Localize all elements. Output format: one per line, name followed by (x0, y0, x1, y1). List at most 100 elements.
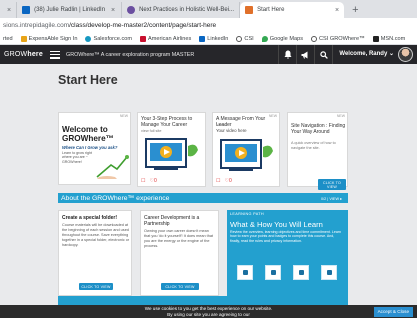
tab-start-here[interactable]: Start Here × (240, 2, 345, 18)
bookmark-started[interactable]: rted (3, 36, 13, 42)
tab-label: Start Here (257, 7, 285, 13)
site-navigation-tile[interactable]: NEW Site Navigation : Finding Your Way A… (287, 112, 348, 190)
address-bar[interactable]: sions.intrepidagile.com/class/develop-me… (0, 18, 417, 33)
search-icon[interactable] (314, 45, 332, 64)
tile-stats: ☐ ♡0 (141, 178, 157, 184)
new-badge: NEW (336, 114, 345, 118)
hand-illustration (95, 151, 129, 179)
bookmark-csi-growhere[interactable]: CSI GROWhere™ (311, 35, 365, 42)
like-count: 0 (153, 178, 157, 184)
bookmark-label: Google Maps (269, 35, 304, 42)
tab-holistic-wellbeing[interactable]: Next Practices in Holistic Well-Bei... × (122, 2, 241, 18)
linkedin-icon (199, 35, 206, 42)
section-progress[interactable]: 0/2 | VIEW ▸ (321, 196, 348, 201)
click-to-view-button[interactable]: CLICK TO VIEW (161, 283, 199, 290)
megaphone-icon[interactable] (296, 45, 314, 64)
bookmark-label: ExpensAble Sign In (28, 35, 78, 42)
tile-title: Create a special folder! (62, 215, 118, 221)
career-process-tile[interactable]: Your 3-Step Process to Manage Your Caree… (137, 112, 206, 187)
airline-icon (140, 35, 147, 42)
bookmark-label: CSI GROWhere™ (319, 35, 365, 42)
map-pin-icon (261, 35, 268, 42)
linkedin-icon (22, 6, 31, 14)
lesson-icon[interactable] (265, 265, 281, 280)
tab-previous-close[interactable]: × (0, 2, 18, 18)
lesson-icon[interactable] (237, 265, 253, 280)
close-icon[interactable]: × (111, 7, 115, 14)
heart-icon[interactable]: ♡0 (149, 178, 156, 184)
brand-logo[interactable]: GROWhere (0, 51, 50, 58)
accept-cookies-button[interactable]: Accept & Close (373, 307, 413, 317)
leader-message-tile[interactable]: NEW A Message From Your Leader Video You… (212, 112, 280, 187)
partnership-tile[interactable]: Career Development is a Partnership Owni… (140, 210, 219, 296)
bookmark-expensable[interactable]: ExpensAble Sign In (20, 35, 78, 42)
bookmark-label: MSN.com (380, 35, 406, 42)
tab-linkedin[interactable]: (38) Julie Radlin | LinkedIn × (17, 2, 123, 18)
browser-tab-strip: × (38) Julie Radlin | LinkedIn × Next Pr… (0, 0, 417, 18)
tile-sub: Video (216, 123, 226, 127)
special-folder-tile[interactable]: Create a special folder! Course material… (58, 210, 132, 296)
bookmarks-bar: rted ExpensAble Sign In Salesforce.com A… (0, 33, 417, 45)
page-title: Start Here (58, 73, 118, 87)
bookmark-label: rted (3, 35, 13, 42)
click-to-view-button[interactable]: CLICK TO VIEW (79, 283, 113, 290)
learning-path-description: Review the overview, learning objectives… (230, 230, 342, 243)
url-path: /class/develop-me-master2/content/page/s… (69, 22, 217, 29)
like-count: 0 (228, 178, 232, 184)
bookmark-linkedin[interactable]: LinkedIn (199, 35, 229, 42)
new-tab-button[interactable]: + (344, 2, 366, 18)
tab-label: Next Practices in Holistic Well-Bei... (139, 7, 235, 13)
welcome-title: Welcome to GROWhere™ (62, 125, 114, 144)
bookmark-msn[interactable]: MSN.com (372, 35, 406, 42)
bookmark-icon[interactable]: ☐ (141, 178, 145, 184)
program-label: GROWhere™ A career exploration program M… (66, 51, 195, 58)
bookmark-label: LinkedIn (207, 35, 229, 42)
globe-icon (311, 35, 318, 42)
avatar[interactable] (398, 47, 413, 62)
brand-prefix: GROW (4, 51, 28, 58)
new-badge: NEW (119, 114, 128, 118)
welcome-sub: Where Can I Grow you ask? (62, 145, 118, 150)
cookie-banner: We use cookies to you get the best exper… (0, 305, 417, 318)
lesson-icon[interactable] (321, 265, 337, 280)
learning-path-tile[interactable]: LEARNING PATH What & How You Will Learn … (227, 210, 348, 296)
learning-path-heading: What & How You Will Learn (230, 220, 323, 229)
brand-suffix: here (27, 51, 43, 58)
bookmark-american-airlines[interactable]: American Airlines (140, 35, 192, 42)
bookmark-salesforce[interactable]: Salesforce.com (85, 35, 133, 42)
url-host: sions.intrepidagile.com (3, 22, 70, 29)
video-thumbnail[interactable] (219, 137, 275, 173)
notification-icon[interactable] (278, 45, 296, 64)
bookmark-google-maps[interactable]: Google Maps (261, 35, 304, 42)
close-icon[interactable]: × (7, 7, 11, 14)
tile-body: Course materials will be downloaded at t… (62, 223, 130, 247)
bookmark-label: Salesforce.com (93, 35, 133, 42)
tab-label: (38) Julie Radlin | LinkedIn (34, 7, 106, 13)
cloud-icon (85, 35, 92, 42)
welcome-tile[interactable]: NEW Welcome to GROWhere™ Where Can I Gro… (58, 112, 131, 185)
close-icon[interactable]: × (335, 7, 339, 14)
about-section-bar[interactable]: About the GROWhere™ experience 0/2 | VIE… (58, 193, 348, 203)
flower-icon (127, 6, 136, 14)
lesson-icon[interactable] (293, 265, 309, 280)
globe-icon (236, 35, 243, 42)
tile-title: Site Navigation : Finding Your Way Aroun… (291, 123, 346, 135)
cookie-text-2: By using our site you are agreeing to ou… (167, 311, 250, 317)
section-title: About the GROWhere™ experience (61, 194, 170, 202)
video-thumbnail[interactable] (144, 136, 200, 172)
click-to-view-button[interactable]: CLICK TO VIEW (318, 179, 346, 190)
learning-path-label: LEARNING PATH (230, 212, 264, 216)
tile-sub: A quick overview of how to navigate the … (291, 141, 336, 150)
tile-stats: ☐ ♡0 (216, 178, 232, 184)
user-menu[interactable]: Welcome, Randy ⌄ (332, 45, 398, 64)
bookmark-csi[interactable]: CSI (236, 35, 254, 42)
menu-icon[interactable] (50, 50, 60, 59)
folder-icon (20, 35, 27, 42)
tile-title: Career Development is a Partnership (144, 215, 200, 227)
bookmark-label: CSI (244, 35, 254, 42)
heart-icon[interactable]: ♡0 (224, 178, 231, 184)
bookmark-icon[interactable]: ☐ (216, 178, 220, 184)
bookmark-label: American Airlines (148, 35, 192, 42)
page-icon (245, 6, 254, 14)
app-header: GROWhere GROWhere™ A career exploration … (0, 45, 417, 64)
